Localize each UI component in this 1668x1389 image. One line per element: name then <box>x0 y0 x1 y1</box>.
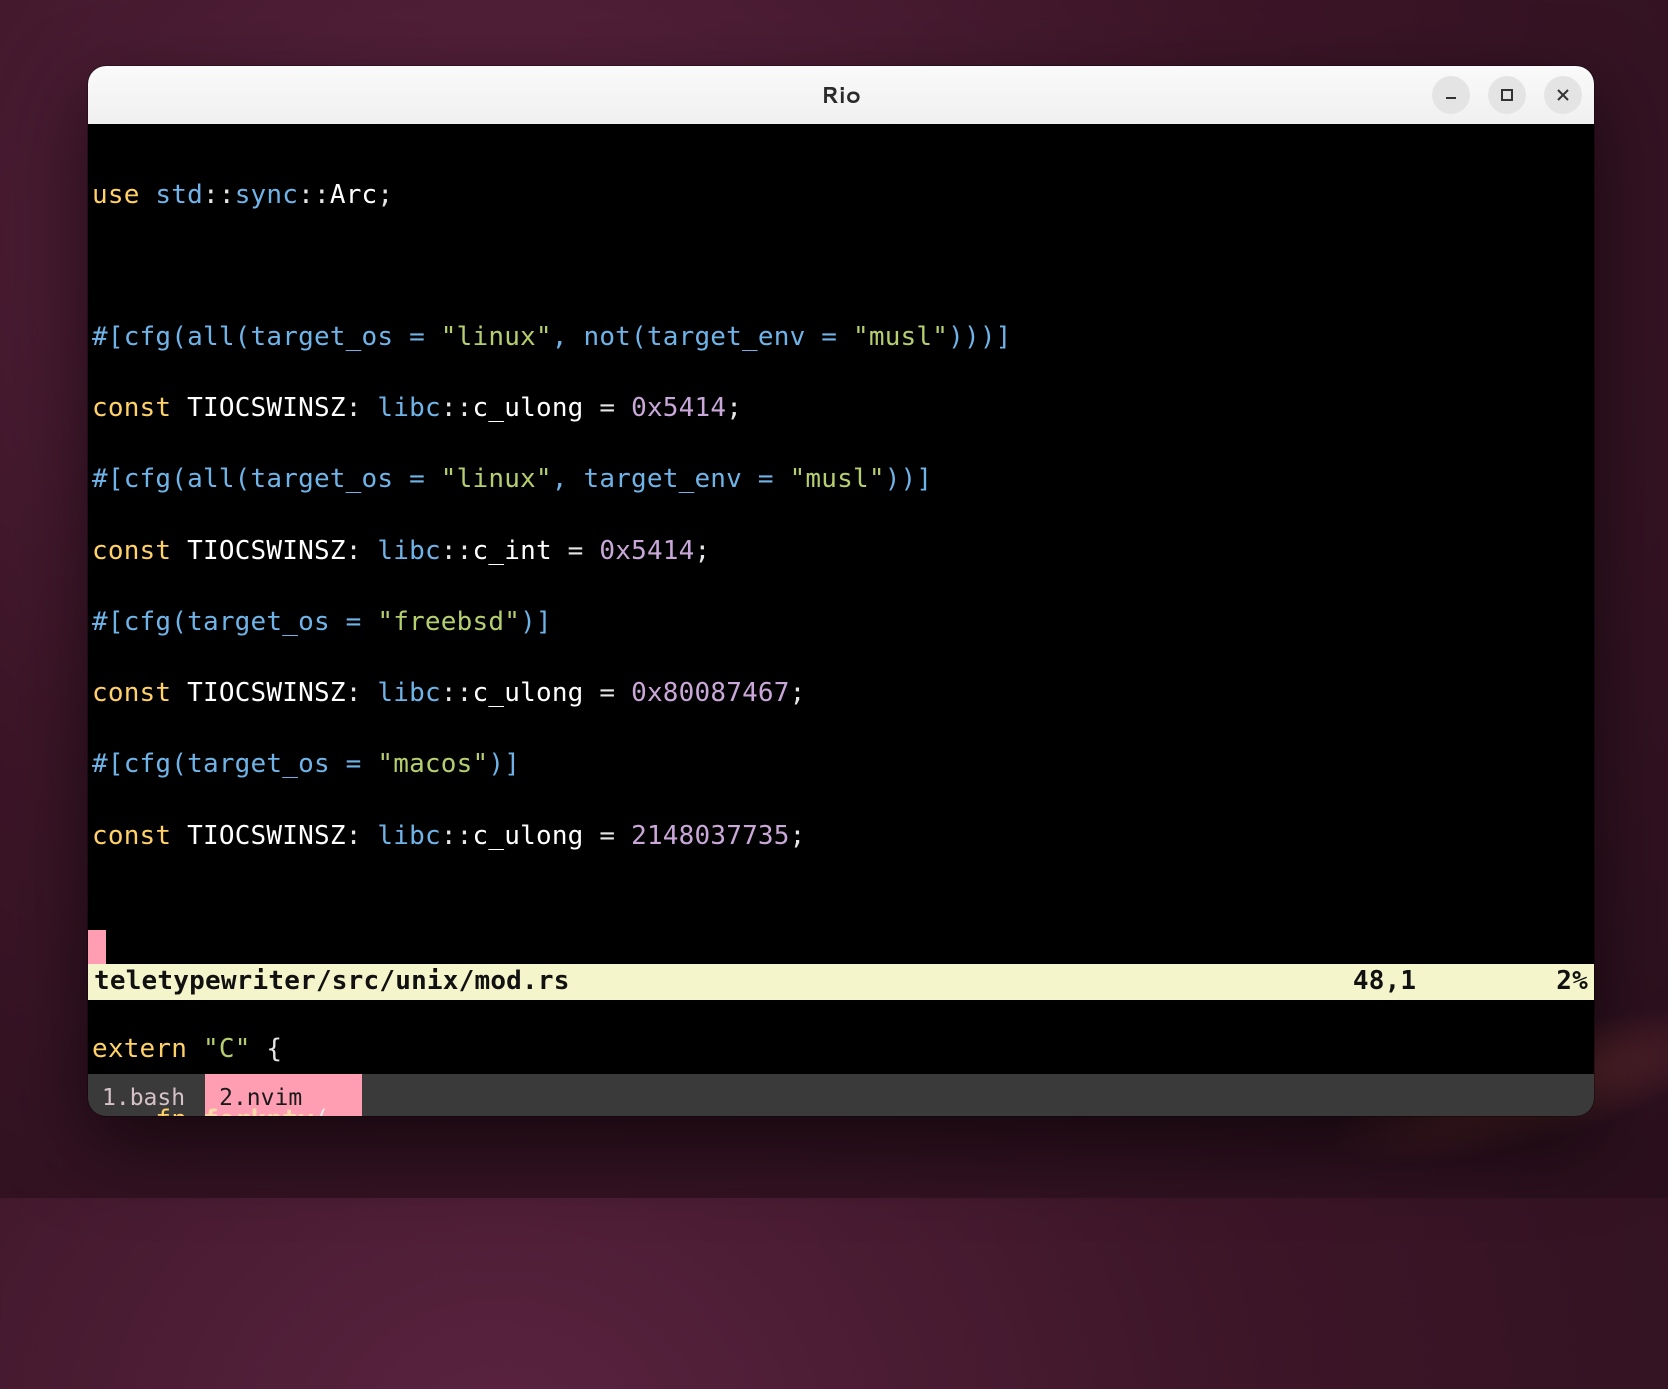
terminal-window: Rio use std::sync::Arc; #[cfg(all(target… <box>88 66 1594 1116</box>
close-button[interactable] <box>1544 76 1582 114</box>
cursor <box>88 930 106 964</box>
minimize-button[interactable] <box>1432 76 1470 114</box>
window-title: Rio <box>821 79 861 111</box>
keyword-use: use <box>92 180 140 210</box>
titlebar-buttons <box>1432 76 1582 114</box>
terminal-viewport[interactable]: use std::sync::Arc; #[cfg(all(target_os … <box>88 124 1594 1074</box>
maximize-icon <box>1499 87 1515 103</box>
status-percent: 2% <box>1556 964 1588 1000</box>
status-position: 48,1 <box>1353 964 1416 1000</box>
maximize-button[interactable] <box>1488 76 1526 114</box>
vim-statusbar: teletypewriter/src/unix/mod.rs 48,1 2% <box>88 964 1594 1000</box>
minimize-icon <box>1443 87 1459 103</box>
status-file: teletypewriter/src/unix/mod.rs <box>94 964 570 1000</box>
titlebar[interactable]: Rio <box>88 66 1594 124</box>
close-icon <box>1555 87 1571 103</box>
